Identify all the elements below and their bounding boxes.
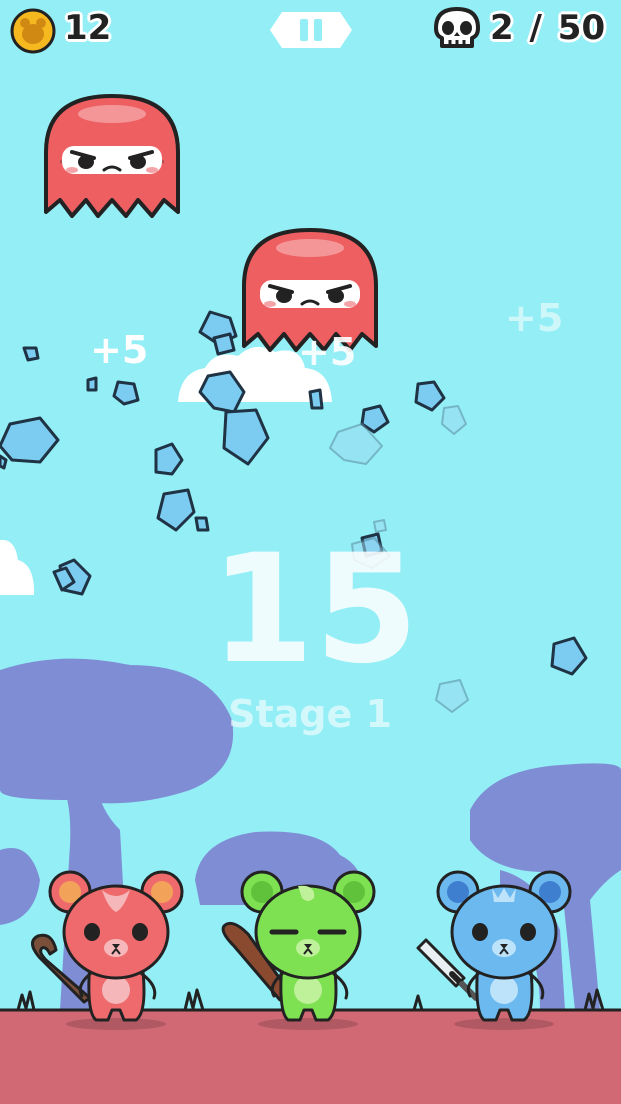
gem-shard [212,332,236,356]
gem-shard [154,442,184,476]
gem-shard [308,388,324,410]
kills-counter: 2 / 50 [490,8,605,48]
gem-shard [194,516,210,532]
kills-separator: / [529,8,542,48]
faded-gem-shard [441,405,467,435]
gem-shard [0,416,60,464]
gem-shard [198,370,246,414]
kills-current: 2 [490,8,514,48]
gem-shard [0,454,8,470]
score-popup: +5 [90,328,149,372]
coin-count: 12 [64,8,112,48]
gem-shard [550,636,588,676]
countdown-number: 15 [210,523,419,697]
skull-icon [434,7,480,48]
hero-red-bear[interactable] [16,862,196,1032]
score-popup: +5 [505,296,564,340]
stage-label: Stage 1 [228,692,392,736]
game-stage[interactable]: +5 +5 +5 15 Stage 1 12 2 / 50 [0,0,621,1104]
gem-shard [414,380,446,412]
bear-coin-icon [10,8,56,54]
faded-gem-shard [435,679,469,713]
kills-total: 50 [557,8,606,48]
gem-shard [156,488,196,532]
pause-button[interactable] [268,10,354,50]
score-popup: +5 [298,330,357,374]
gem-shard [222,408,270,466]
ghost-enemy[interactable] [42,92,182,220]
hero-blue-bear[interactable] [404,862,584,1032]
hero-green-bear[interactable] [208,862,388,1032]
gem-shard [86,376,98,392]
gem-shard [112,380,140,406]
gem-shard [22,346,40,362]
